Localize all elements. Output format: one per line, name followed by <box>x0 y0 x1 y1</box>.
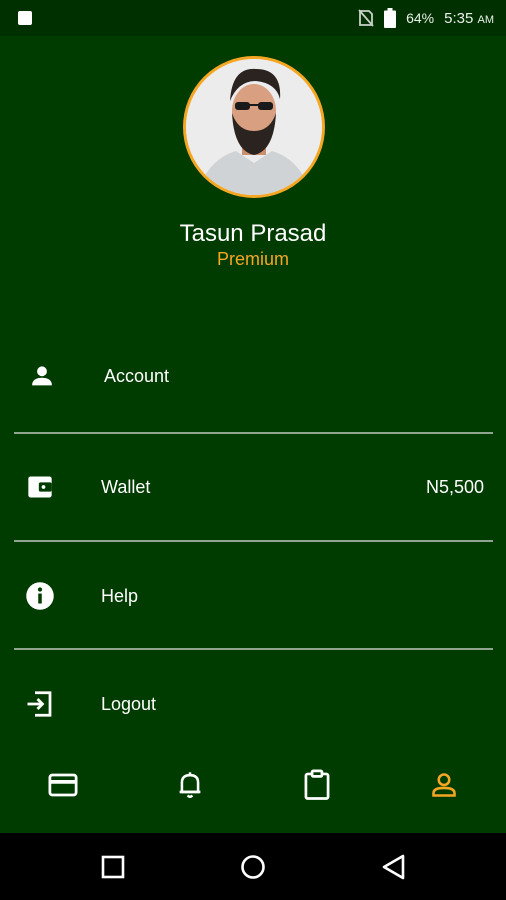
divider <box>14 432 493 434</box>
membership-tier: Premium <box>216 249 289 269</box>
nav-notifications-button[interactable] <box>170 765 210 805</box>
menu-item-logout[interactable]: Logout <box>0 674 506 734</box>
recents-button[interactable] <box>97 851 129 883</box>
circle-icon <box>241 855 265 879</box>
bottom-navigation <box>0 750 506 820</box>
info-icon <box>24 580 56 612</box>
nav-profile-button[interactable] <box>424 765 464 805</box>
menu-item-help[interactable]: Help <box>0 566 506 626</box>
no-sim-icon <box>358 9 374 27</box>
clock-suffix: AM <box>477 13 495 26</box>
notification-icon <box>18 11 32 25</box>
avatar[interactable] <box>183 56 325 198</box>
battery-percent: 64% <box>406 10 435 26</box>
clock: 5:35 AM <box>444 10 494 27</box>
menu-label-account: Account <box>104 365 170 386</box>
home-button[interactable] <box>237 851 269 883</box>
nav-card-button[interactable] <box>43 765 83 805</box>
avatar-image <box>186 59 322 195</box>
triangle-back-icon <box>382 854 405 880</box>
divider <box>14 648 493 650</box>
wallet-balance: N5,500 <box>425 476 484 497</box>
menu-label-help: Help <box>101 585 139 606</box>
square-icon <box>101 855 125 879</box>
nav-orders-button[interactable] <box>297 765 337 805</box>
profile-name: Tasun Prasad <box>179 220 327 247</box>
wallet-icon <box>24 471 56 503</box>
clock-time: 5:35 <box>444 9 474 27</box>
logout-icon <box>24 688 56 720</box>
status-bar: 64% 5:35 AM <box>0 0 506 36</box>
menu-label-wallet: Wallet <box>101 476 151 497</box>
status-right: 64% 5:35 AM <box>358 8 494 28</box>
menu-item-account[interactable]: Account <box>0 346 506 406</box>
back-button[interactable] <box>378 851 410 883</box>
divider <box>14 540 493 542</box>
card-icon <box>48 773 78 797</box>
battery-icon <box>384 8 397 28</box>
person-icon <box>26 360 58 392</box>
system-navigation-bar <box>0 833 506 900</box>
profile-icon <box>432 773 456 797</box>
clipboard-icon <box>304 769 330 800</box>
bell-icon <box>179 772 201 799</box>
menu-item-wallet[interactable]: Wallet N5,500 <box>0 457 506 517</box>
menu-label-logout: Logout <box>101 693 157 714</box>
